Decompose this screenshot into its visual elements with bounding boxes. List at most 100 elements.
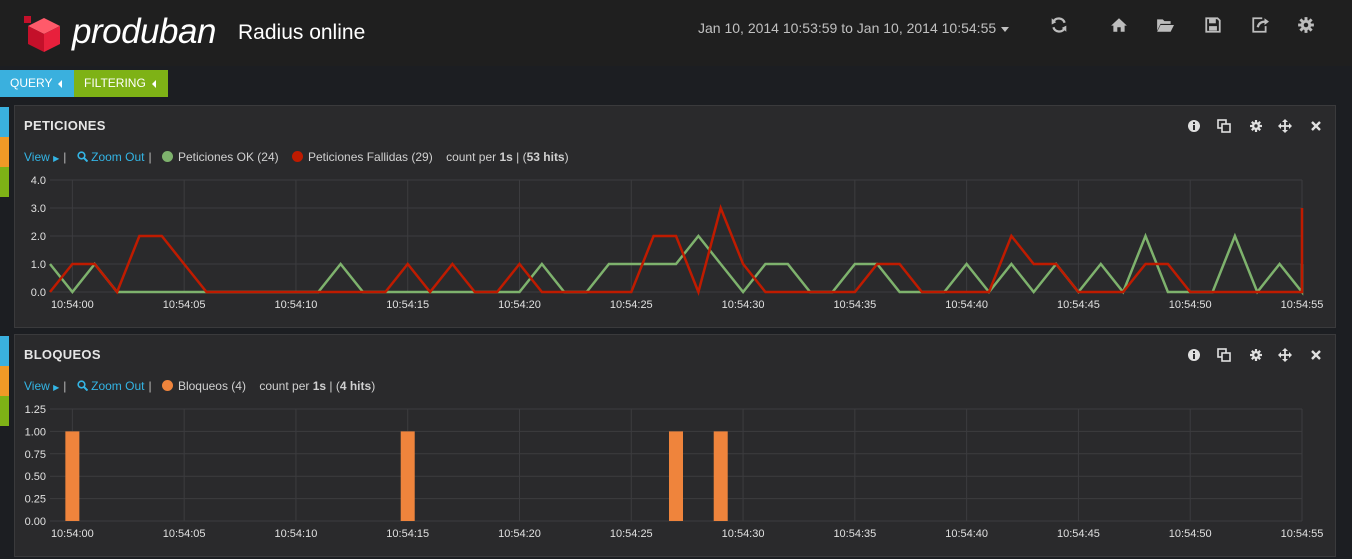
- caret-right-icon: ▶: [53, 383, 60, 392]
- row-collapse-bar-orange[interactable]: [0, 366, 9, 396]
- search-icon: [77, 380, 88, 392]
- x-tick-label: 10:54:20: [498, 299, 541, 311]
- info-icon[interactable]: [1187, 348, 1201, 362]
- view-label: View: [24, 150, 50, 164]
- brand-logo-text: produban: [72, 12, 216, 51]
- hits-close: ): [564, 150, 569, 164]
- gear-icon[interactable]: [1249, 348, 1263, 362]
- panel-controls: [1187, 348, 1327, 364]
- x-tick-label: 10:54:00: [51, 528, 94, 540]
- zoom-out-link[interactable]: Zoom Out: [77, 150, 145, 164]
- close-icon[interactable]: [1309, 119, 1323, 133]
- separator: |: [148, 150, 152, 164]
- folder-open-icon[interactable]: [1156, 16, 1174, 34]
- x-tick-label: 10:54:40: [945, 528, 988, 540]
- y-tick-label: 1.25: [25, 404, 46, 416]
- x-tick-label: 10:54:25: [610, 299, 653, 311]
- caret-down-icon: [1001, 26, 1010, 32]
- hits-close: ): [371, 379, 376, 393]
- legend-item-bloqueos[interactable]: Bloqueos (4): [161, 379, 246, 393]
- y-tick-label: 0.25: [25, 494, 46, 506]
- y-tick-label: 3.0: [31, 203, 46, 215]
- legend-color-dot: [292, 151, 303, 162]
- legend-color-dot: [161, 151, 173, 162]
- panel-peticiones: PETICIONES View ▶ | Zoom Out | Peticiones …: [14, 105, 1336, 328]
- x-tick-label: 10:54:50: [1169, 528, 1212, 540]
- x-tick-label: 10:54:05: [163, 299, 206, 311]
- legend-item-ok[interactable]: Peticiones OK (24): [161, 150, 279, 164]
- bar-bloqueos: [669, 431, 683, 521]
- x-tick-label: 10:54:10: [275, 528, 318, 540]
- x-tick-label: 10:54:40: [945, 299, 988, 311]
- refresh-icon[interactable]: [1050, 16, 1068, 34]
- legend-label: Bloqueos (4): [177, 379, 246, 393]
- view-label: View: [24, 379, 50, 393]
- y-tick-label: 0.75: [25, 449, 46, 461]
- panel-legend: View ▶ | Zoom Out | Bloqueos (4) count per…: [24, 378, 375, 396]
- panel-controls: [1187, 119, 1327, 135]
- x-tick-label: 10:54:20: [498, 528, 541, 540]
- y-tick-label: 1.00: [25, 426, 46, 438]
- x-tick-label: 10:54:30: [722, 299, 765, 311]
- view-menu-link[interactable]: View ▶: [24, 150, 59, 164]
- x-tick-label: 10:54:25: [610, 528, 653, 540]
- view-menu-link[interactable]: View ▶: [24, 379, 59, 393]
- zoom-out-label: Zoom Out: [91, 379, 145, 393]
- x-tick-label: 10:54:50: [1169, 299, 1212, 311]
- home-icon[interactable]: [1110, 16, 1128, 34]
- zoom-out-label: Zoom Out: [91, 150, 145, 164]
- count-per-text: count per: [446, 150, 500, 164]
- legend-color-dot: [161, 380, 173, 391]
- x-tick-label: 10:54:45: [1057, 299, 1100, 311]
- dashboard-title: Radius online: [238, 21, 366, 44]
- y-tick-label: 0.0: [31, 287, 46, 299]
- duplicate-icon[interactable]: [1217, 119, 1231, 133]
- interval-value: 1s: [312, 379, 327, 393]
- x-tick-label: 10:54:00: [51, 299, 94, 311]
- y-tick-label: 0.00: [25, 516, 46, 528]
- move-icon[interactable]: [1278, 348, 1292, 362]
- save-icon[interactable]: [1204, 16, 1222, 34]
- y-tick-label: 4.0: [31, 175, 46, 187]
- filtering-pill[interactable]: FILTERING: [74, 70, 168, 97]
- caret-left-icon: [151, 79, 156, 88]
- x-tick-label: 10:54:15: [386, 528, 429, 540]
- separator: |: [63, 379, 67, 393]
- info-icon[interactable]: [1187, 119, 1201, 133]
- x-tick-label: 10:54:55: [1281, 528, 1324, 540]
- duplicate-icon[interactable]: [1217, 348, 1231, 362]
- x-tick-label: 10:54:10: [275, 299, 318, 311]
- close-icon[interactable]: [1309, 348, 1323, 362]
- logo-cube-icon: [24, 16, 60, 52]
- legend-item-fallidas[interactable]: Peticiones Fallidas (29): [292, 150, 433, 164]
- bar-chart-bloqueos: 0.00 0.25 0.50 0.75 1.00 1.25 10:54:00 10:54:05…: [25, 404, 1324, 540]
- legend-label: Peticiones OK (24): [177, 150, 279, 164]
- x-tick-label: 10:54:30: [722, 528, 765, 540]
- row-collapse-bar-query[interactable]: [0, 336, 9, 366]
- row-collapse-bar-query[interactable]: [0, 107, 9, 137]
- count-per-text: count per: [259, 379, 313, 393]
- caret-right-icon: ▶: [53, 154, 60, 163]
- query-pill-label: QUERY: [10, 76, 53, 90]
- bar-bloqueos: [65, 431, 80, 521]
- gear-icon[interactable]: [1249, 119, 1263, 133]
- query-pill[interactable]: QUERY: [0, 70, 74, 97]
- hits-count: 53 hits: [526, 150, 565, 164]
- time-range-text: Jan 10, 2014 10:53:59 to Jan 10, 2014 10…: [698, 20, 997, 36]
- interval-value: 1s: [499, 150, 513, 164]
- row-collapse-bar-filtering[interactable]: [0, 396, 9, 426]
- time-range-picker[interactable]: Jan 10, 2014 10:53:59 to Jan 10, 2014 10…: [698, 19, 1010, 37]
- zoom-out-link[interactable]: Zoom Out: [77, 379, 145, 393]
- row-collapse-bar-orange[interactable]: [0, 137, 9, 167]
- panel-title: BLOQUEOS: [24, 347, 101, 362]
- move-icon[interactable]: [1278, 119, 1292, 133]
- x-tick-label: 10:54:55: [1281, 299, 1324, 311]
- search-icon: [77, 151, 88, 163]
- row-collapse-bar-filtering[interactable]: [0, 167, 9, 197]
- y-tick-label: 0.50: [25, 471, 46, 483]
- filtering-pill-label: FILTERING: [84, 76, 146, 90]
- gear-icon[interactable]: [1297, 16, 1315, 34]
- share-icon[interactable]: [1251, 16, 1269, 34]
- x-tick-label: 10:54:45: [1057, 528, 1100, 540]
- panel-title: PETICIONES: [24, 118, 106, 133]
